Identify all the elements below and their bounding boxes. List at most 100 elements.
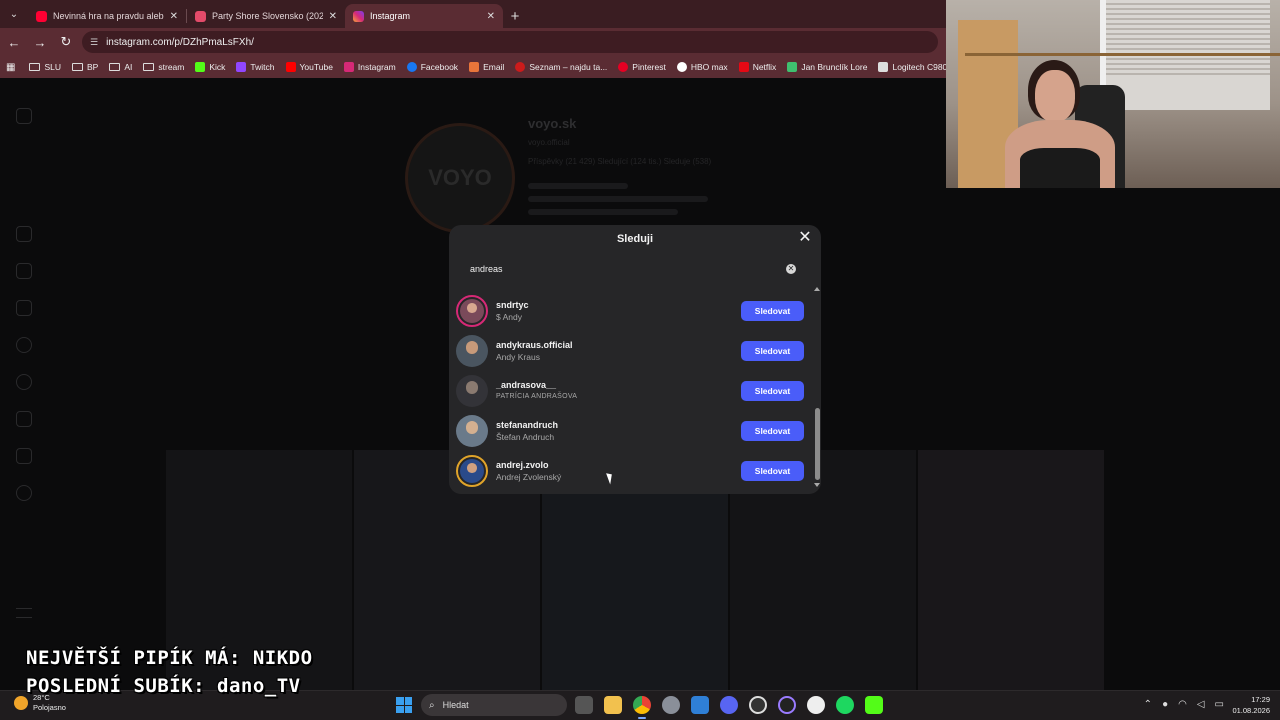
avatar[interactable]: [456, 295, 488, 327]
create-icon[interactable]: [16, 411, 32, 427]
close-icon[interactable]: ✕: [797, 230, 813, 246]
site-icon: [195, 10, 206, 22]
app-ring-icon[interactable]: [778, 696, 796, 714]
avatar[interactable]: [456, 375, 488, 407]
heart-icon[interactable]: [16, 374, 32, 390]
photos-icon[interactable]: [691, 696, 709, 714]
bookmark-seznam[interactable]: Seznam – najdu ta...: [515, 62, 607, 72]
bookmark-folder[interactable]: BP: [72, 62, 98, 72]
chrome-icon[interactable]: [633, 696, 651, 719]
user-info: andrej.zvolo Andrej Zvolenský: [496, 459, 741, 483]
username[interactable]: sndrtyc: [496, 299, 741, 311]
list-item[interactable]: andykraus.official Andy Kraus Sledovat: [456, 331, 804, 371]
clear-search-icon[interactable]: ✕: [786, 264, 796, 274]
follow-button[interactable]: Sledovat: [741, 421, 804, 441]
menu-icon[interactable]: [16, 608, 32, 618]
reels-icon[interactable]: [16, 263, 32, 279]
tab-2-active[interactable]: Instagram ✕: [345, 4, 503, 28]
close-tab-icon[interactable]: ✕: [329, 11, 337, 22]
follow-button[interactable]: Sledovat: [741, 381, 804, 401]
username[interactable]: stefanandruch: [496, 419, 741, 431]
scroll-up-arrow-icon[interactable]: [814, 287, 820, 291]
windows-start-icon[interactable]: [396, 697, 412, 713]
instagram-logo-icon[interactable]: [16, 108, 32, 124]
reload-icon[interactable]: ↻: [54, 30, 78, 54]
bookmark-kick[interactable]: Kick: [195, 62, 225, 72]
site-info-icon[interactable]: ☰: [90, 37, 98, 48]
bookmark-twitch[interactable]: Twitch: [236, 62, 275, 72]
avatar[interactable]: [456, 455, 488, 487]
discord-icon[interactable]: [720, 696, 738, 714]
new-tab-button[interactable]: +: [503, 4, 527, 28]
music-icon[interactable]: [807, 696, 825, 714]
username[interactable]: andykraus.official: [496, 339, 741, 351]
bookmark-pinterest[interactable]: Pinterest: [618, 62, 666, 72]
seznam-icon: [515, 62, 526, 72]
bookmark-facebook[interactable]: Facebook: [406, 62, 458, 72]
bookmark-folder[interactable]: SLU: [29, 62, 61, 72]
list-item[interactable]: andrej.zvolo Andrej Zvolenský Sledovat: [456, 451, 804, 491]
wifi-icon[interactable]: ◠: [1178, 699, 1187, 710]
kick-app-icon[interactable]: [865, 696, 883, 714]
folder-icon: [109, 63, 121, 71]
bookmark-hbo[interactable]: HBO max: [676, 62, 728, 72]
bookmark-label: Jan Brunclík Lore: [801, 62, 868, 72]
scroll-down-arrow-icon[interactable]: [814, 483, 820, 487]
bookmark-folder[interactable]: stream: [143, 62, 184, 72]
battery-icon[interactable]: ▭: [1215, 699, 1224, 710]
bookmark-netflix[interactable]: Netflix: [738, 62, 776, 72]
home-icon[interactable]: [16, 226, 32, 242]
username[interactable]: andrej.zvolo: [496, 459, 741, 471]
search-icon[interactable]: [16, 337, 32, 353]
bookmark-email[interactable]: Email: [469, 62, 504, 72]
browser-tab-bar: ⌄ Nevinná hra na pravdu alebo... ✕ Party…: [0, 0, 946, 28]
spotify-icon[interactable]: [836, 696, 854, 714]
username[interactable]: _andrasova__: [496, 379, 741, 391]
scrollbar-thumb[interactable]: [815, 408, 820, 480]
bookmark-label: SLU: [44, 62, 61, 72]
address-bar[interactable]: ☰ instagram.com/p/DZhPmaLsFXh/: [82, 31, 938, 53]
profile-logo-text: VOYO: [428, 165, 492, 190]
follow-button[interactable]: Sledovat: [741, 461, 804, 481]
task-view-icon[interactable]: [575, 696, 593, 714]
post-thumbnail[interactable]: [918, 450, 1104, 690]
bookmark-folder[interactable]: AI: [109, 62, 132, 72]
tab-search-chevron-icon[interactable]: ⌄: [0, 0, 28, 28]
list-item[interactable]: sndrtyc $ Andy Sledovat: [456, 291, 804, 331]
close-tab-icon[interactable]: ✕: [487, 11, 495, 22]
list-item[interactable]: stefanandruch Štefan Andruch Sledovat: [456, 411, 804, 451]
avatar[interactable]: [456, 415, 488, 447]
forward-arrow-icon[interactable]: →: [28, 30, 52, 54]
volume-icon[interactable]: ◁: [1197, 699, 1205, 710]
bio-line: [528, 183, 628, 189]
avatar[interactable]: [456, 335, 488, 367]
filter-icon[interactable]: [16, 300, 32, 316]
facebook-icon: [406, 62, 417, 72]
profile-icon[interactable]: [16, 485, 32, 501]
file-explorer-icon[interactable]: [604, 696, 622, 714]
clock[interactable]: 17:29 01.08.2026: [1232, 694, 1270, 716]
webcam-person-face: [1035, 70, 1075, 122]
close-tab-icon[interactable]: ✕: [170, 11, 178, 22]
microphone-icon[interactable]: ●: [1162, 699, 1168, 710]
tab-0[interactable]: Nevinná hra na pravdu alebo... ✕: [28, 4, 186, 28]
weather-condition: Polojasno: [33, 703, 66, 712]
tab-1[interactable]: Party Shore Slovensko (2025) | ✕: [187, 4, 345, 28]
list-item[interactable]: _andrasova__ PATRÍCIA ANDRAŠOVA Sledovat: [456, 371, 804, 411]
search-input[interactable]: [458, 264, 786, 274]
follow-button[interactable]: Sledovat: [741, 301, 804, 321]
bookmark-instagram[interactable]: Instagram: [343, 62, 396, 72]
bookmark-lore[interactable]: Jan Brunclík Lore: [787, 62, 867, 72]
bookmark-logitech[interactable]: Logitech C980 Stre: [878, 62, 946, 72]
settings-gear-icon[interactable]: [662, 696, 680, 714]
obs-icon[interactable]: [749, 696, 767, 714]
dashboard-icon[interactable]: [16, 448, 32, 464]
apps-grid-icon[interactable]: ▦: [6, 62, 15, 73]
chevron-up-icon[interactable]: ⌃: [1144, 699, 1152, 710]
user-info: andykraus.official Andy Kraus: [496, 339, 741, 363]
profile-username: voyo.sk: [528, 116, 577, 131]
taskbar-search[interactable]: ⌕ Hledat: [421, 694, 567, 716]
bookmark-youtube[interactable]: YouTube: [285, 62, 333, 72]
back-arrow-icon[interactable]: ←: [2, 30, 26, 54]
follow-button[interactable]: Sledovat: [741, 341, 804, 361]
